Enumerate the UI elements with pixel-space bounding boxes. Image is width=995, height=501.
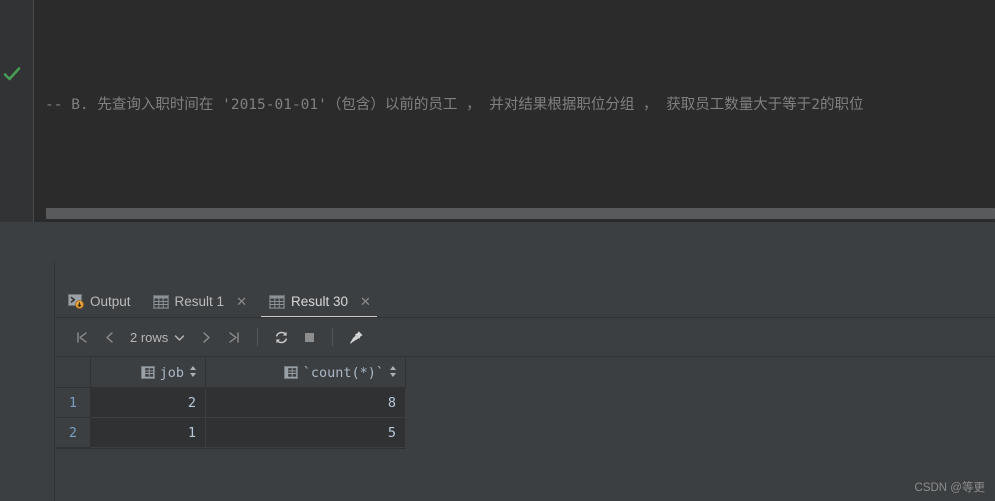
tab-output-label: Output bbox=[90, 294, 131, 309]
sql-editor[interactable]: x y z -- B. 先查询入职时间在 '2015-01-01'（包含）以前的… bbox=[0, 0, 995, 222]
table-grid-icon bbox=[268, 294, 285, 309]
last-page-icon[interactable] bbox=[221, 324, 247, 350]
row-number: 2 bbox=[56, 418, 91, 448]
chevron-down-icon bbox=[174, 330, 185, 345]
toolbar-divider-2 bbox=[332, 328, 334, 346]
pin-icon[interactable] bbox=[343, 324, 369, 350]
grid-column-header-count[interactable]: `count(*)` bbox=[206, 358, 406, 387]
stop-icon[interactable] bbox=[296, 324, 322, 350]
grid-column-header-job-label: job bbox=[159, 364, 184, 381]
row-number: 1 bbox=[56, 388, 91, 418]
tab-output[interactable]: Output bbox=[56, 285, 141, 318]
table-row[interactable]: 2 1 5 bbox=[56, 418, 406, 448]
result-tab-bar[interactable]: Output Result 1 ✕ Result 30 ✕ bbox=[56, 285, 381, 318]
grid-header-corner bbox=[56, 358, 91, 387]
tab-result-30[interactable]: Result 30 ✕ bbox=[257, 285, 381, 318]
row-count-label: 2 rows bbox=[130, 329, 169, 345]
grid-header-row: job `count(*)` bbox=[56, 358, 406, 388]
table-grid-icon bbox=[152, 294, 169, 309]
prev-page-icon[interactable] bbox=[96, 324, 122, 350]
cell-job[interactable]: 1 bbox=[91, 418, 206, 448]
tab-result-1-close-icon[interactable]: ✕ bbox=[236, 295, 247, 308]
editor-text-area[interactable]: x y z -- B. 先查询入职时间在 '2015-01-01'（包含）以前的… bbox=[35, 0, 995, 222]
services-left-rail[interactable] bbox=[0, 262, 55, 501]
refresh-icon[interactable] bbox=[268, 324, 294, 350]
sort-toggle-icon[interactable] bbox=[389, 365, 397, 381]
grid-column-header-count-label: `count(*)` bbox=[302, 364, 384, 381]
row-count-dropdown[interactable]: 2 rows bbox=[124, 330, 191, 345]
sql-ide-window: x y z -- B. 先查询入职时间在 '2015-01-01'（包含）以前的… bbox=[0, 0, 995, 501]
first-page-icon[interactable] bbox=[68, 324, 94, 350]
tab-result-30-label: Result 30 bbox=[290, 294, 349, 309]
tab-result-30-close-icon[interactable]: ✕ bbox=[360, 295, 371, 308]
console-output-icon bbox=[68, 294, 84, 309]
grid-bottom-edge bbox=[56, 448, 406, 449]
code-line-clipped-top: x y z bbox=[35, 33, 995, 40]
cell-count[interactable]: 8 bbox=[206, 388, 406, 418]
tab-result-1[interactable]: Result 1 ✕ bbox=[141, 285, 257, 318]
column-icon bbox=[140, 366, 155, 379]
sort-toggle-icon[interactable] bbox=[189, 365, 197, 381]
cell-job[interactable]: 2 bbox=[91, 388, 206, 418]
next-page-icon[interactable] bbox=[193, 324, 219, 350]
editor-panel-gap bbox=[0, 222, 995, 262]
code-line-comment: -- B. 先查询入职时间在 '2015-01-01'（包含）以前的员工 ， 并… bbox=[45, 97, 864, 113]
cell-count[interactable]: 5 bbox=[206, 418, 406, 448]
grid-column-header-job[interactable]: job bbox=[91, 358, 206, 387]
column-icon bbox=[283, 366, 298, 379]
result-toolbar: 2 rows bbox=[56, 318, 995, 357]
editor-gutter bbox=[0, 0, 34, 222]
result-grid[interactable]: job `count(*)` 1 2 8 2 1 5 bbox=[56, 358, 406, 448]
watermark: CSDN @等更 bbox=[914, 482, 985, 494]
tab-result-1-label: Result 1 bbox=[174, 294, 225, 309]
check-mark-icon bbox=[2, 64, 22, 84]
table-row[interactable]: 1 2 8 bbox=[56, 388, 406, 418]
editor-horizontal-scrollbar-thumb[interactable] bbox=[46, 208, 995, 219]
toolbar-divider-1 bbox=[257, 328, 259, 346]
